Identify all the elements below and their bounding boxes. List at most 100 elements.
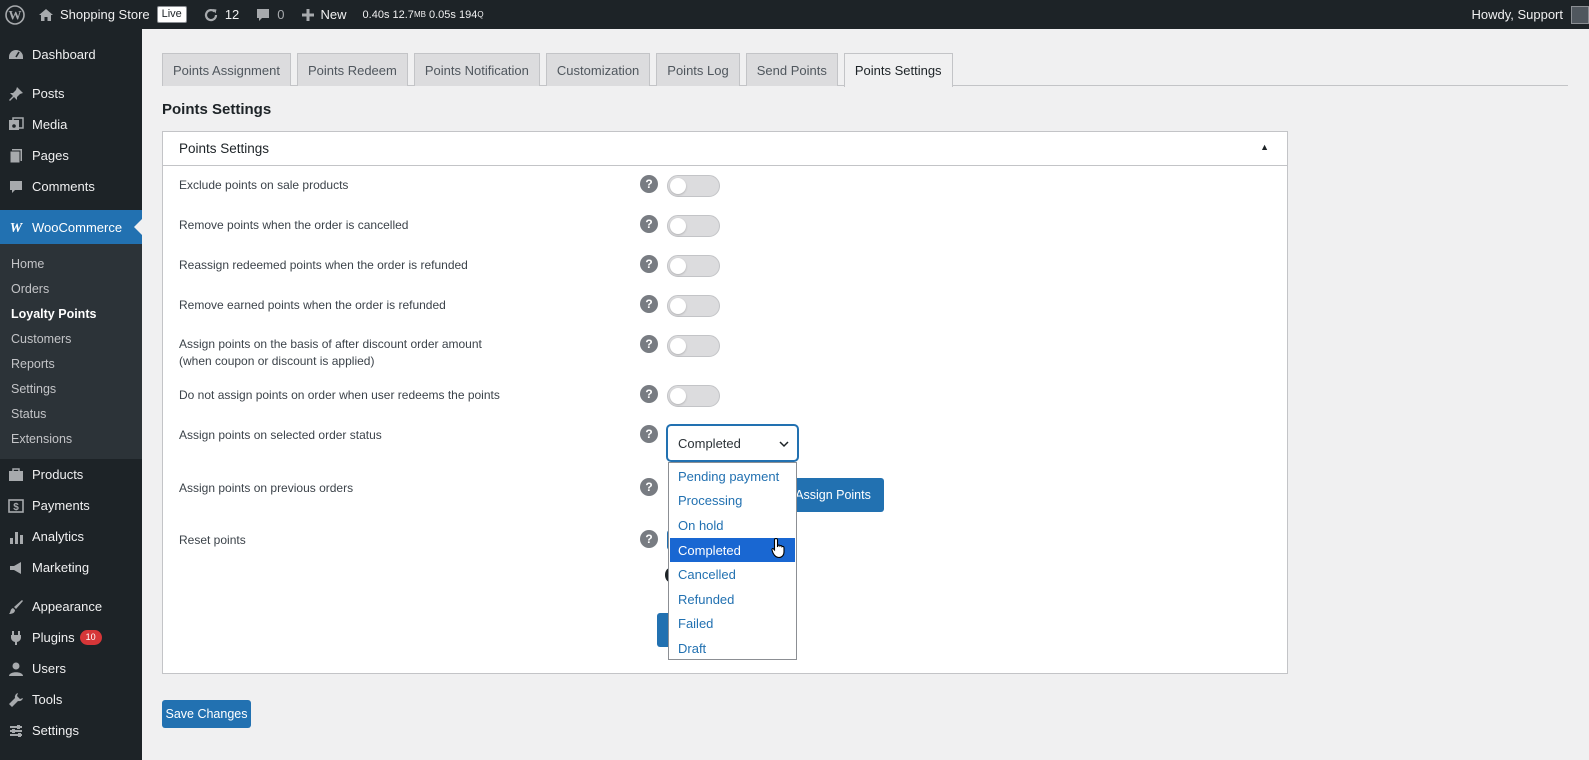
submenu-settings[interactable]: Settings [0, 376, 142, 401]
menu-dashboard[interactable]: Dashboard [0, 39, 142, 70]
products-icon [7, 466, 25, 484]
label-after-discount-line2: (when coupon or discount is applied) [179, 354, 375, 368]
comments-icon [7, 178, 25, 196]
toggle-no-assign-redeem[interactable] [667, 385, 720, 407]
help-icon[interactable]: ? [640, 255, 658, 273]
analytics-icon [7, 528, 25, 546]
option-draft[interactable]: Draft [669, 636, 796, 661]
menu-media[interactable]: Media [0, 109, 142, 140]
menu-marketing-label: Marketing [32, 560, 90, 575]
submenu-reports[interactable]: Reports [0, 351, 142, 376]
svg-text:W: W [9, 7, 22, 22]
svg-text:W: W [10, 221, 24, 234]
refresh-icon [203, 7, 219, 23]
option-cancelled[interactable]: Cancelled [669, 562, 796, 587]
menu-appearance-label: Appearance [32, 599, 103, 614]
save-changes-button[interactable]: Save Changes [162, 700, 251, 728]
help-icon[interactable]: ? [640, 215, 658, 233]
order-status-value: Completed [678, 435, 741, 451]
chevron-down-icon [779, 437, 789, 452]
help-icon[interactable]: ? [640, 385, 658, 403]
toggle-knob [670, 298, 686, 314]
comments-link[interactable]: 0 [247, 0, 292, 29]
query-monitor[interactable]: 0.40s 12.7 MB 0.05s 194 Q [355, 0, 492, 29]
plugins-update-badge: 10 [79, 630, 102, 645]
menu-settings[interactable]: Settings [0, 715, 142, 746]
menu-posts[interactable]: Posts [0, 78, 142, 109]
help-icon[interactable]: ? [640, 175, 658, 193]
menu-marketing[interactable]: Marketing [0, 552, 142, 583]
avatar [1571, 5, 1589, 24]
menu-analytics[interactable]: Analytics [0, 521, 142, 552]
menu-users[interactable]: Users [0, 653, 142, 684]
menu-pages-label: Pages [32, 148, 69, 163]
woocommerce-submenu: Home Orders Loyalty Points Customers Rep… [0, 244, 142, 459]
new-content-link[interactable]: New [293, 0, 355, 29]
menu-appearance[interactable]: Appearance [0, 591, 142, 622]
toggle-reassign-refunded[interactable] [667, 255, 720, 277]
toggle-after-discount[interactable] [667, 335, 720, 357]
tab-points-notification[interactable]: Points Notification [413, 53, 540, 86]
wrench-icon [7, 691, 25, 709]
toggle-knob [670, 338, 686, 354]
collapse-arrow-icon[interactable]: ▲ [1260, 142, 1269, 152]
site-name: Shopping Store [60, 7, 150, 22]
tab-send-points[interactable]: Send Points [745, 53, 838, 86]
assign-points-button[interactable]: Assign Points [782, 478, 884, 512]
toggle-knob [670, 218, 686, 234]
my-account[interactable]: Howdy, Support [1463, 0, 1589, 29]
settings-tabs: Points Assignment Points Redeem Points N… [162, 53, 959, 87]
option-processing[interactable]: Processing [669, 489, 796, 514]
toggle-knob [670, 388, 686, 404]
tab-points-settings[interactable]: Points Settings [843, 53, 953, 87]
menu-plugins[interactable]: Plugins 10 [0, 622, 142, 653]
toggle-remove-cancelled[interactable] [667, 215, 720, 237]
qm-queries-unit: Q [477, 10, 484, 19]
updates-count: 12 [224, 7, 240, 22]
submenu-loyalty-points[interactable]: Loyalty Points [0, 301, 142, 326]
help-icon[interactable]: ? [640, 335, 658, 353]
tab-points-redeem[interactable]: Points Redeem [296, 53, 408, 86]
help-icon[interactable]: ? [640, 295, 658, 313]
menu-payments[interactable]: $ Payments [0, 490, 142, 521]
howdy-text: Howdy, Support [1471, 7, 1563, 22]
wordpress-logo-icon[interactable]: W [0, 0, 30, 29]
site-name-link[interactable]: Shopping Store Live [30, 0, 195, 29]
qm-memory: 12.7 [392, 8, 414, 21]
toggle-knob [670, 178, 686, 194]
menu-tools[interactable]: Tools [0, 684, 142, 715]
menu-woocommerce-label: WooCommerce [32, 219, 123, 235]
menu-woocommerce[interactable]: W WooCommerce [0, 210, 142, 244]
order-status-select[interactable]: Completed [667, 425, 798, 461]
toggle-remove-earned-refunded[interactable] [667, 295, 720, 317]
page-title: Points Settings [162, 101, 272, 118]
option-refunded[interactable]: Refunded [669, 587, 796, 612]
hand-cursor-icon [771, 537, 787, 562]
qm-time: 0.40s [362, 8, 390, 21]
tab-points-assignment[interactable]: Points Assignment [162, 53, 291, 86]
option-pending-payment[interactable]: Pending payment [669, 464, 796, 489]
menu-comments[interactable]: Comments [0, 171, 142, 202]
option-failed[interactable]: Failed [669, 612, 796, 637]
menu-products[interactable]: Products [0, 459, 142, 490]
submenu-extensions[interactable]: Extensions [0, 426, 142, 451]
menu-pages[interactable]: Pages [0, 140, 142, 171]
help-icon[interactable]: ? [640, 425, 658, 443]
menu-settings-label: Settings [32, 723, 79, 738]
menu-tools-label: Tools [32, 692, 63, 707]
option-on-hold[interactable]: On hold [669, 513, 796, 538]
updates-link[interactable]: 12 [195, 0, 247, 29]
submenu-status[interactable]: Status [0, 401, 142, 426]
tab-points-log[interactable]: Points Log [656, 53, 740, 86]
help-icon[interactable]: ? [640, 478, 658, 496]
toggle-exclude-sale[interactable] [667, 175, 720, 197]
label-remove-cancelled: Remove points when the order is cancelle… [179, 218, 409, 232]
help-icon[interactable]: ? [640, 530, 658, 548]
submenu-customers[interactable]: Customers [0, 326, 142, 351]
tab-customization[interactable]: Customization [545, 53, 651, 86]
submenu-home[interactable]: Home [0, 251, 142, 276]
plus-icon [301, 8, 315, 22]
menu-products-label: Products [32, 467, 84, 482]
submenu-orders[interactable]: Orders [0, 276, 142, 301]
panel-header[interactable]: Points Settings ▲ [163, 132, 1287, 166]
